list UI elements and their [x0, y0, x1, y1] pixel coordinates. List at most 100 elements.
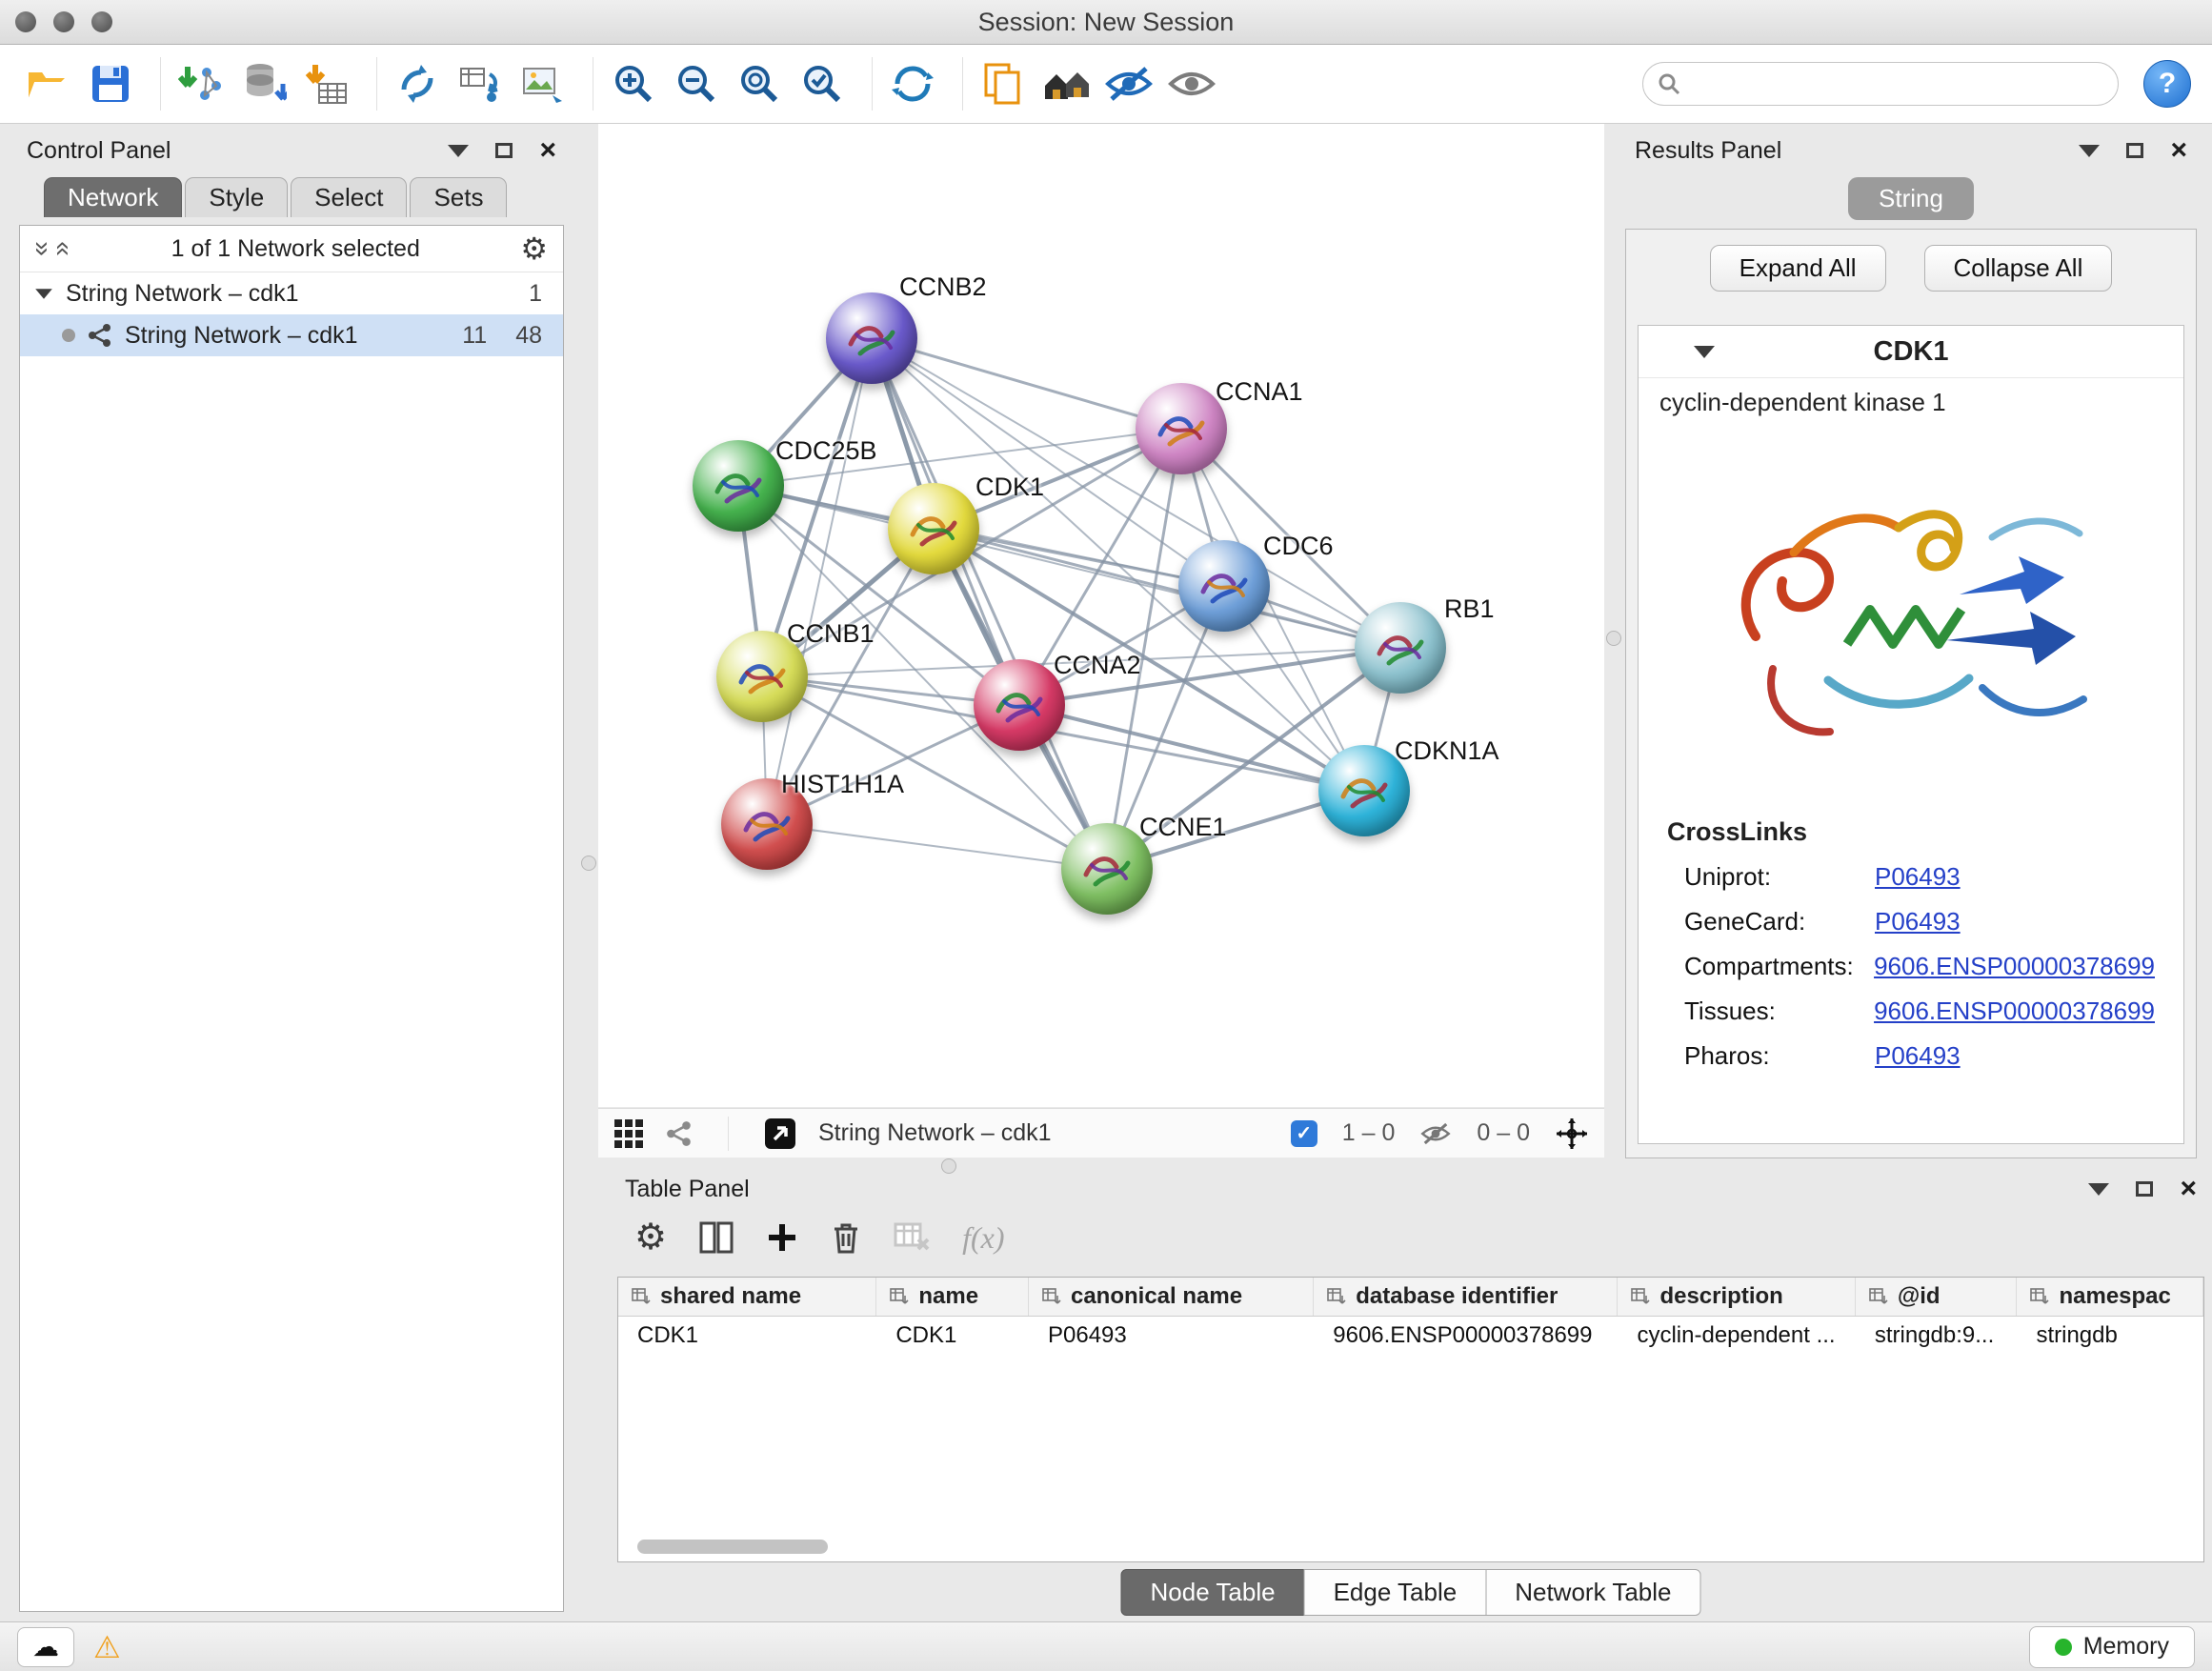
- node-label-RB1: RB1: [1444, 594, 1495, 624]
- table-cell[interactable]: stringdb: [2017, 1317, 2203, 1355]
- panel-float-icon[interactable]: [2136, 1181, 2153, 1197]
- memory-button[interactable]: Memory: [2029, 1626, 2195, 1668]
- duplicate-icon[interactable]: [976, 56, 1030, 111]
- import-network-database-icon[interactable]: [237, 56, 291, 111]
- table-cell[interactable]: 9606.ENSP00000378699: [1314, 1317, 1618, 1355]
- window-close-icon[interactable]: [15, 11, 36, 32]
- network-node-CCNA1[interactable]: [1136, 383, 1227, 474]
- network-edge[interactable]: [1019, 705, 1364, 791]
- panel-float-icon[interactable]: [2126, 143, 2143, 158]
- network-row-selected[interactable]: String Network – cdk1 11 48: [20, 314, 563, 356]
- column-header[interactable]: namespac: [2017, 1278, 2203, 1316]
- import-table-icon[interactable]: [300, 56, 353, 111]
- network-node-CCNA2[interactable]: [974, 659, 1065, 751]
- search-box[interactable]: [1642, 62, 2119, 106]
- column-header[interactable]: shared name: [618, 1278, 876, 1316]
- network-canvas[interactable]: CCNB2CCNA1CDC25BCDK1CDC6RB1CCNB1CCNA2CDK…: [598, 124, 1604, 1107]
- column-header[interactable]: canonical name: [1029, 1278, 1314, 1316]
- refresh-layout-icon[interactable]: [886, 56, 939, 111]
- column-header[interactable]: database identifier: [1314, 1278, 1618, 1316]
- show-columns-icon[interactable]: [699, 1221, 734, 1254]
- network-node-CDC6[interactable]: [1178, 540, 1270, 632]
- network-node-CCNB2[interactable]: [826, 292, 917, 384]
- table-cell[interactable]: CDK1: [618, 1317, 876, 1355]
- protein-collapse-icon[interactable]: [1694, 346, 1715, 358]
- tab-select[interactable]: Select: [291, 177, 407, 217]
- panel-close-icon[interactable]: ×: [2180, 1175, 2197, 1203]
- help-icon[interactable]: ?: [2143, 60, 2191, 108]
- birdseye-grid-icon[interactable]: [613, 1118, 644, 1149]
- crosslink-link[interactable]: 9606.ENSP00000378699: [1874, 997, 2155, 1026]
- open-session-icon[interactable]: [21, 56, 74, 111]
- tab-sets[interactable]: Sets: [410, 177, 507, 217]
- export-view-icon[interactable]: [763, 1117, 797, 1151]
- expand-all-button[interactable]: Expand All: [1710, 245, 1886, 292]
- table-cell[interactable]: CDK1: [876, 1317, 1029, 1355]
- zoom-out-icon[interactable]: [670, 56, 723, 111]
- network-options-gear-icon[interactable]: ⚙: [520, 233, 548, 264]
- zoom-selected-icon[interactable]: [795, 56, 849, 111]
- tab-style[interactable]: Style: [185, 177, 288, 217]
- table-cell[interactable]: cyclin-dependent ...: [1618, 1317, 1855, 1355]
- selected-checkbox-icon[interactable]: ✓: [1291, 1120, 1317, 1147]
- add-column-plus-icon[interactable]: [766, 1221, 798, 1254]
- network-collection-row[interactable]: String Network – cdk1 1: [20, 272, 563, 314]
- cloud-status-button[interactable]: ☁: [17, 1627, 74, 1667]
- delete-table-icon-disabled: [894, 1222, 930, 1253]
- network-edge[interactable]: [872, 338, 1107, 869]
- crosslink-link[interactable]: P06493: [1875, 1041, 1961, 1071]
- tab-network-table[interactable]: Network Table: [1485, 1569, 1700, 1616]
- function-builder-icon[interactable]: f(x): [962, 1220, 1004, 1256]
- hide-selected-icon[interactable]: [1102, 56, 1156, 111]
- new-network-table-icon[interactable]: [453, 56, 507, 111]
- network-edge[interactable]: [767, 824, 1107, 869]
- table-cell[interactable]: P06493: [1029, 1317, 1314, 1355]
- tab-edge-table[interactable]: Edge Table: [1304, 1569, 1487, 1616]
- window-maximize-icon[interactable]: [91, 11, 112, 32]
- zoom-in-icon[interactable]: [607, 56, 660, 111]
- panel-collapse-icon[interactable]: [2079, 145, 2100, 157]
- collapse-all-button[interactable]: Collapse All: [1924, 245, 2113, 292]
- fit-content-crosshair-icon[interactable]: [1555, 1117, 1589, 1151]
- column-header[interactable]: description: [1618, 1278, 1855, 1316]
- import-network-file-icon[interactable]: [174, 56, 228, 111]
- new-network-icon[interactable]: [391, 56, 444, 111]
- tab-string[interactable]: String: [1848, 177, 1974, 220]
- network-node-CDK1[interactable]: [888, 483, 979, 574]
- column-header[interactable]: @id: [1856, 1278, 2018, 1316]
- crosslink-link[interactable]: P06493: [1875, 862, 1961, 892]
- hidden-count: 0 – 0: [1477, 1119, 1530, 1147]
- panel-close-icon[interactable]: ×: [539, 136, 556, 165]
- panel-float-icon[interactable]: [495, 143, 513, 158]
- column-header[interactable]: name: [876, 1278, 1029, 1316]
- network-node-CDC25B[interactable]: [693, 440, 784, 532]
- first-neighbors-icon[interactable]: [1039, 56, 1093, 111]
- network-overview-icon[interactable]: [665, 1119, 694, 1148]
- tab-network[interactable]: Network: [44, 177, 182, 217]
- warning-icon[interactable]: ⚠: [93, 1632, 121, 1662]
- window-minimize-icon[interactable]: [53, 11, 74, 32]
- panel-collapse-icon[interactable]: [2088, 1183, 2109, 1196]
- table-horizontal-scrollbar[interactable]: [637, 1540, 828, 1554]
- table-row[interactable]: CDK1CDK1P064939606.ENSP00000378699cyclin…: [618, 1317, 2203, 1355]
- panel-collapse-icon[interactable]: [448, 145, 469, 157]
- show-all-icon[interactable]: [1165, 56, 1218, 111]
- save-session-icon[interactable]: [84, 56, 137, 111]
- collection-collapse-icon[interactable]: [35, 289, 52, 298]
- vertical-splitter-handle[interactable]: [581, 856, 596, 871]
- table-settings-gear-icon[interactable]: ⚙: [634, 1219, 667, 1256]
- tab-node-table[interactable]: Node Table: [1121, 1569, 1305, 1616]
- panel-close-icon[interactable]: ×: [2170, 136, 2187, 165]
- zoom-fit-icon[interactable]: [733, 56, 786, 111]
- table-cell[interactable]: stringdb:9...: [1856, 1317, 2018, 1355]
- network-node-RB1[interactable]: [1355, 602, 1446, 694]
- crosslink-link[interactable]: 9606.ENSP00000378699: [1874, 952, 2155, 981]
- collapse-all-networks-icon[interactable]: «: [50, 241, 76, 256]
- export-image-icon[interactable]: [516, 56, 570, 111]
- network-edge[interactable]: [767, 338, 872, 824]
- crosslink-label: Compartments:: [1684, 952, 1874, 981]
- search-input[interactable]: [1691, 70, 2104, 98]
- delete-trash-icon[interactable]: [831, 1220, 861, 1255]
- crosslink-link[interactable]: P06493: [1875, 907, 1961, 936]
- crosslink-row: Tissues:9606.ENSP00000378699: [1667, 997, 2155, 1026]
